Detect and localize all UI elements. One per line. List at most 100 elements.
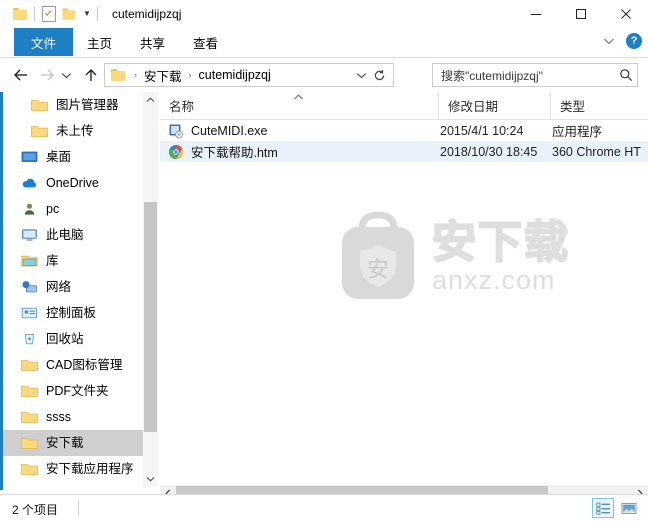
sidebar-item-instructions[interactable]: 使用说明 [3,482,143,487]
sidebar-item-label: ssss [46,410,71,424]
maximize-button[interactable] [558,0,603,28]
quick-access-properties-button[interactable] [39,4,59,24]
arrow-right-icon [41,69,54,81]
back-button[interactable] [10,64,32,86]
sidebar-item-onedrive[interactable]: OneDrive [3,170,143,196]
sidebar-item-label: 安下载 [46,436,84,450]
column-header-type[interactable]: 类型 [550,92,648,119]
sidebar-item-not-uploaded[interactable]: 未上传 [3,118,143,144]
scroll-down-button[interactable] [143,471,158,487]
tab-home[interactable]: 主页 [73,28,126,56]
column-headers: 名称 修改日期 类型 [160,92,648,120]
folder-icon [21,357,39,373]
scroll-up-button[interactable] [143,92,158,108]
address-row: › 安下载 › cutemidijpzqj 搜索"cutemidijpzqj" [0,58,648,92]
search-icon [620,69,633,82]
recent-locations-button[interactable] [58,64,74,86]
tab-view[interactable]: 查看 [179,28,232,56]
file-list-pane[interactable]: 名称 修改日期 类型 CuteMIDI.exe 2015/4/1 10:24 应… [160,92,648,487]
sidebar-item-anxiazai[interactable]: 安下载 [3,430,143,456]
sidebar-item-pc-user[interactable]: pc [3,196,143,222]
close-button[interactable] [603,0,648,28]
window-controls [513,0,648,28]
chevron-down-icon: ▼ [83,9,91,18]
address-dropdown-button[interactable] [356,64,367,86]
ribbon-collapse-button[interactable] [600,32,618,50]
sidebar-item-ssss[interactable]: ssss [3,404,143,430]
tab-share-label: 共享 [140,36,166,51]
sidebar-item-label: 库 [46,254,59,268]
forward-button[interactable] [36,64,58,86]
large-icons-view-icon [621,502,637,514]
network-icon [21,279,39,295]
file-type-cell: 应用程序 [552,125,603,139]
search-button[interactable] [615,68,637,82]
ribbon-right-controls: ? [600,32,642,50]
folder-icon [13,8,27,20]
main-content: 图片管理器 未上传 桌面 OneDrive pc 此电脑 库 网络 控制面板 回… [0,92,648,502]
table-row[interactable]: 安下载帮助.htm 2018/10/30 18:45 360 Chrome HT [160,141,648,162]
search-box[interactable]: 搜索"cutemidijpzqj" [432,63,638,87]
sidebar-item-libraries[interactable]: 库 [3,248,143,274]
folder-icon [21,409,39,425]
maximize-icon [575,9,586,19]
status-divider [78,500,79,516]
quick-access-toolbar: ▼ [10,4,102,24]
details-view-button[interactable] [592,498,614,518]
help-icon: ? [630,34,638,47]
file-rows: CuteMIDI.exe 2015/4/1 10:24 应用程序 安下载帮助.h… [160,120,648,162]
control-panel-icon [21,305,39,321]
help-button[interactable]: ? [626,33,642,49]
sidebar-item-picture-manager-top[interactable]: 图片管理器 [3,92,143,118]
breadcrumb-item-1[interactable]: cutemidijpzqj [197,64,273,86]
search-input[interactable]: 搜索"cutemidijpzqj" [433,67,615,84]
tab-share[interactable]: 共享 [126,28,179,56]
properties-icon [42,6,56,22]
large-icons-view-button[interactable] [618,498,640,518]
sidebar-scroll-thumb[interactable] [144,202,157,432]
sidebar-item-label: 此电脑 [46,228,84,242]
chevron-down-icon [61,72,71,78]
sidebar-item-label: 回收站 [46,332,84,346]
sidebar-item-cad-icons[interactable]: CAD图标管理 [3,352,143,378]
table-row[interactable]: CuteMIDI.exe 2015/4/1 10:24 应用程序 [160,120,648,141]
sidebar-item-network[interactable]: 网络 [3,274,143,300]
breadcrumb-item-0[interactable]: 安下载 [142,64,184,86]
ribbon-bar: 文件 主页 共享 查看 ? [0,28,648,58]
title-bar: ▼ cutemidijpzqj [0,0,648,28]
address-bar[interactable]: › 安下载 › cutemidijpzqj [104,63,394,87]
file-name-label: CuteMIDI.exe [191,123,268,138]
chevron-up-icon [146,97,155,103]
minimize-icon [530,14,541,15]
column-header-date[interactable]: 修改日期 [438,92,550,119]
file-type-cell: 360 Chrome HT [552,144,641,159]
sidebar-item-anxiazai-apps[interactable]: 安下载应用程序 [3,456,143,482]
up-button[interactable] [80,64,102,86]
toolbar-divider-2 [97,7,98,21]
refresh-button[interactable] [369,64,389,86]
tab-file[interactable]: 文件 [14,28,74,56]
bag-shield-icon: 安 [342,211,414,299]
watermark-en-label: anxz.com [432,265,556,295]
window-title: cutemidijpzqj [112,7,182,21]
sidebar-scrollbar[interactable] [143,92,158,487]
sidebar-item-recycle-bin[interactable]: 回收站 [3,326,143,352]
sidebar-item-control-panel[interactable]: 控制面板 [3,300,143,326]
sidebar-item-pdf-folder[interactable]: PDF文件夹 [3,378,143,404]
quick-access-customize-button[interactable]: ▼ [79,4,93,24]
breadcrumb-separator-0: › [134,70,137,80]
sidebar-item-this-pc[interactable]: 此电脑 [3,222,143,248]
status-bar: 2 个项目 [0,494,648,522]
chevron-down-icon [604,38,614,45]
sidebar-item-desktop[interactable]: 桌面 [3,144,143,170]
quick-access-folder-button[interactable] [10,4,30,24]
minimize-button[interactable] [513,0,558,28]
folder-icon [31,97,49,113]
exe-icon [168,123,184,139]
column-header-name[interactable]: 名称 [160,92,438,119]
details-view-icon [595,502,610,515]
watermark: 安 安下载 anxz.com [332,197,632,317]
quick-access-new-folder-button[interactable] [59,4,79,24]
navigation-pane[interactable]: 图片管理器 未上传 桌面 OneDrive pc 此电脑 库 网络 控制面板 回… [3,92,143,487]
sidebar-item-label: 桌面 [46,150,72,164]
